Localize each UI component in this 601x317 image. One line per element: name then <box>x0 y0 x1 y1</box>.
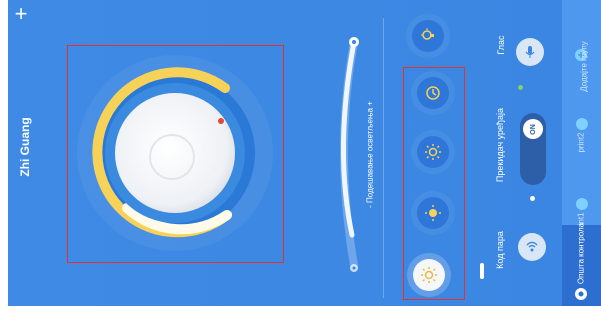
pair-code-button[interactable] <box>518 233 546 261</box>
sidebar-item-print2[interactable]: print2 <box>562 110 601 160</box>
brightness-slider[interactable] <box>330 30 370 275</box>
device-switch-label: Прекидач уређаја <box>495 107 505 183</box>
voice-label: Глас <box>496 35 506 55</box>
sidebar-footer[interactable]: Општа контрола <box>562 223 601 306</box>
bulb-icon <box>421 28 434 40</box>
switch-knob: ON <box>523 119 543 139</box>
timer-icon <box>426 86 440 100</box>
pair-code-label: Код пара <box>495 231 505 269</box>
footer-label: Општа контрола <box>576 222 586 285</box>
scene-button-sun-outline[interactable] <box>417 136 449 168</box>
sun-outline-icon <box>425 144 441 160</box>
app-screen: Zhi Guang + - Подешавање осветљења + Гла… <box>8 0 601 306</box>
scene-button-bulb[interactable] <box>412 20 444 52</box>
dial-knob[interactable] <box>115 93 235 213</box>
dial-indicator <box>218 118 224 124</box>
brightness-label: - Подешавање осветљења + <box>365 101 375 208</box>
scene-button-sun-active[interactable] <box>413 259 445 291</box>
sidebar-item-label: print2 <box>576 132 586 153</box>
page-indicator <box>480 263 484 279</box>
add-button[interactable]: + <box>10 3 32 25</box>
switch-status-dot <box>530 196 535 201</box>
scene-button-sun-filled[interactable] <box>417 197 449 229</box>
voice-status-dot <box>518 85 523 90</box>
voice-button[interactable] <box>516 38 544 66</box>
sidebar-item-label: Додајте групу <box>579 41 589 92</box>
microphone-icon <box>525 46 535 58</box>
sun-filled-icon <box>425 205 441 221</box>
brightness-dial[interactable] <box>67 45 284 263</box>
scene-button-timer[interactable] <box>417 77 449 109</box>
switch-state-label: ON <box>529 123 537 135</box>
device-switch[interactable]: ON <box>520 113 546 185</box>
wifi-icon <box>526 241 538 252</box>
app-title: Zhi Guang <box>18 117 32 177</box>
sun-active-icon <box>421 267 437 283</box>
settings-icon <box>575 288 587 300</box>
sidebar-item-add-group[interactable]: Додајте групу <box>562 30 601 100</box>
panel-divider <box>383 18 384 298</box>
